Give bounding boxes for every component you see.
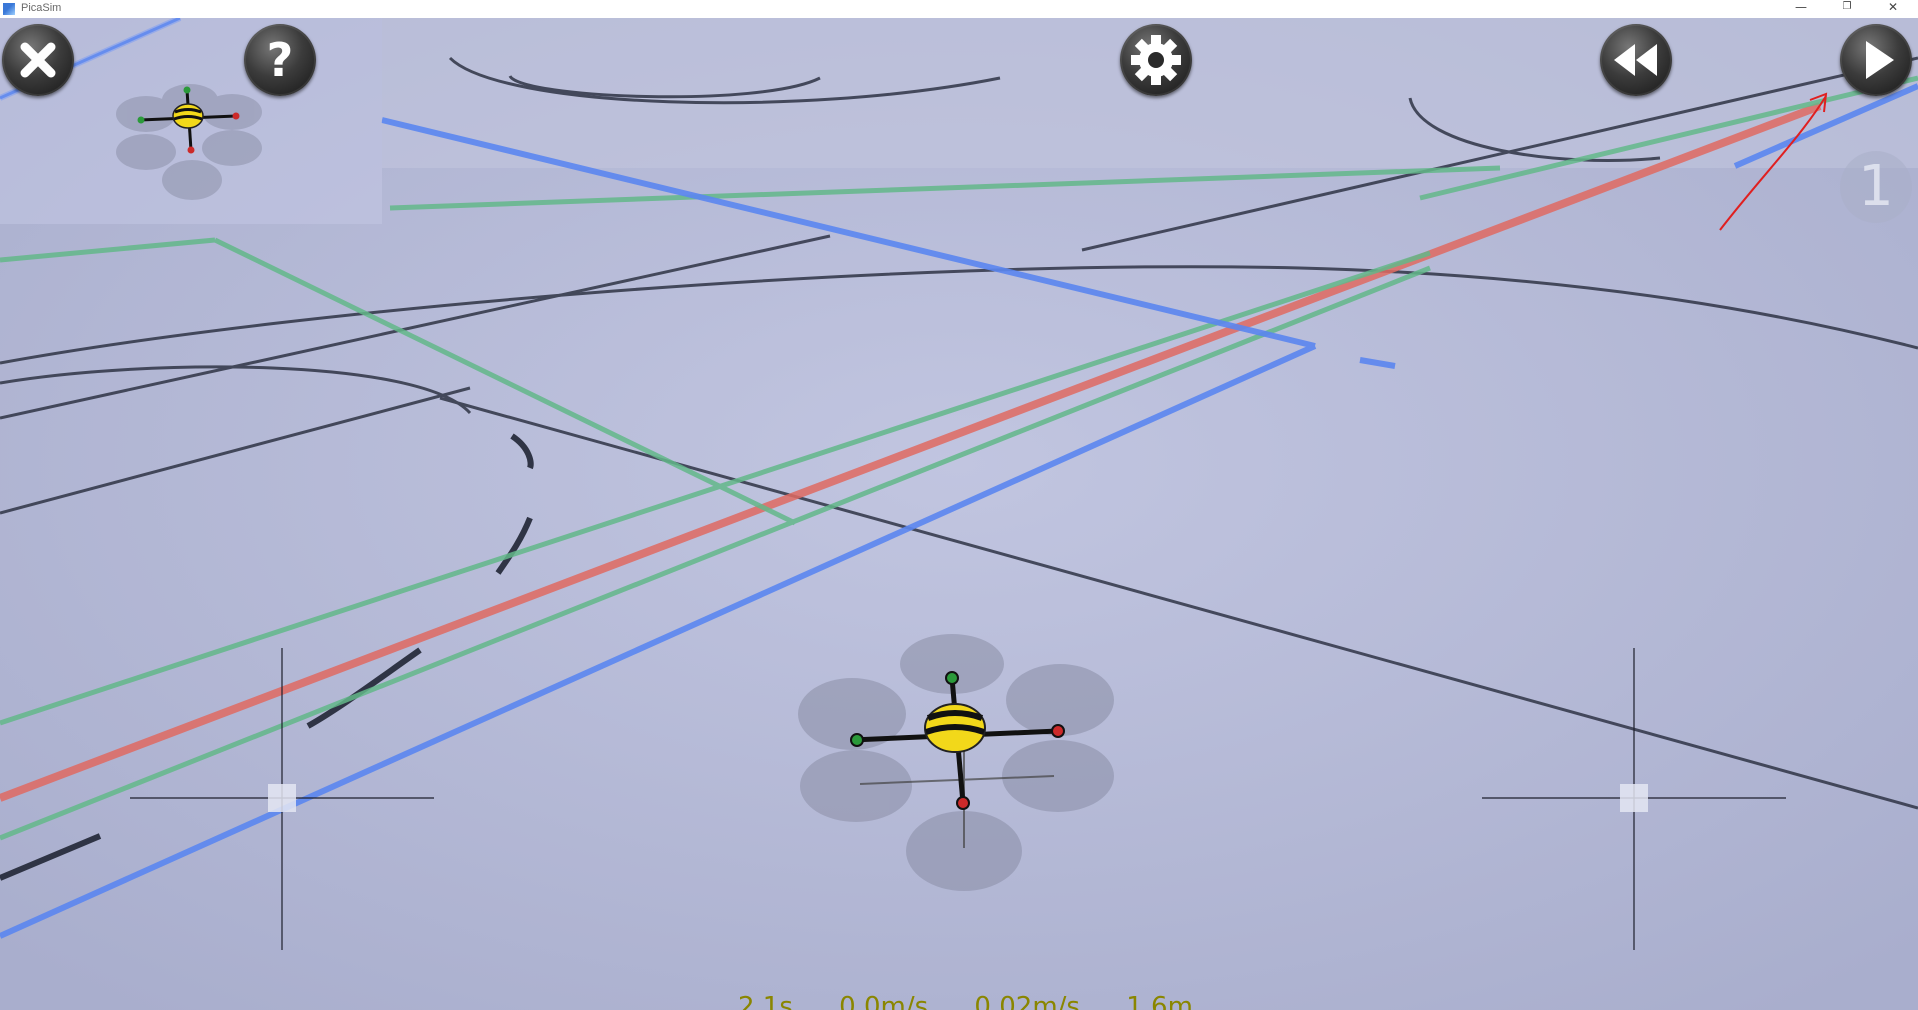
svg-text:?: ?	[267, 33, 294, 87]
play-button[interactable]	[1840, 24, 1912, 96]
rewind-button[interactable]	[1600, 24, 1672, 96]
window-close-button[interactable]: ✕	[1870, 0, 1916, 18]
play-icon	[1866, 41, 1894, 79]
flight-status-bar: 2.1s 0.0m/s 0.02m/s 1.6m	[0, 990, 1918, 1010]
camera-view-badge[interactable]: 1	[1840, 151, 1912, 223]
help-button[interactable]: ?	[244, 24, 316, 96]
help-icon: ?	[267, 33, 294, 87]
minimize-button[interactable]: —	[1778, 0, 1824, 18]
gear-icon	[1131, 35, 1181, 85]
vertical-speed-readout: 0.02m/s	[974, 992, 1080, 1010]
settings-button[interactable]	[1120, 24, 1192, 96]
time-readout: 2.1s	[738, 992, 793, 1010]
speed-readout: 0.0m/s	[839, 992, 929, 1010]
restore-button[interactable]: ❐	[1824, 0, 1870, 18]
close-icon	[20, 42, 56, 78]
height-readout: 1.6m	[1126, 992, 1193, 1010]
window-title: PicaSim	[21, 2, 62, 14]
app-icon	[3, 3, 15, 15]
window-titlebar: PicaSim — ❐ ✕	[0, 0, 1918, 19]
exit-button[interactable]	[2, 24, 74, 96]
rewind-icon	[1614, 44, 1657, 76]
